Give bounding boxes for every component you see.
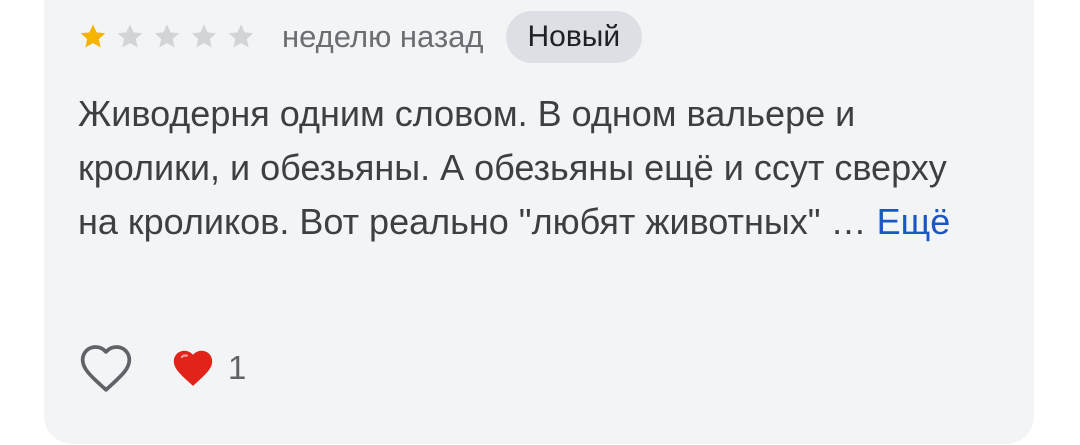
star-empty-icon bbox=[115, 22, 145, 52]
star-empty-icon bbox=[152, 22, 182, 52]
review-header: неделю назад Новый bbox=[78, 11, 643, 63]
review-actions: 1 bbox=[78, 340, 246, 396]
star-filled-icon bbox=[78, 22, 108, 52]
star-empty-icon bbox=[189, 22, 219, 52]
star-empty-icon bbox=[226, 22, 256, 52]
like-button[interactable] bbox=[78, 340, 134, 396]
more-link[interactable]: Ещё bbox=[877, 201, 951, 242]
review-text: Живодерня одним словом. В одном вальере … bbox=[78, 93, 947, 242]
new-badge: Новый bbox=[505, 11, 643, 63]
review-text-container: Живодерня одним словом. В одном вальере … bbox=[78, 87, 958, 249]
heart-outline-icon bbox=[80, 345, 132, 392]
reaction-heart[interactable]: 1 bbox=[170, 345, 246, 391]
red-heart-icon bbox=[173, 350, 213, 386]
review-time: неделю назад bbox=[282, 19, 484, 54]
reaction-count: 1 bbox=[228, 349, 247, 386]
star-rating bbox=[78, 22, 263, 52]
